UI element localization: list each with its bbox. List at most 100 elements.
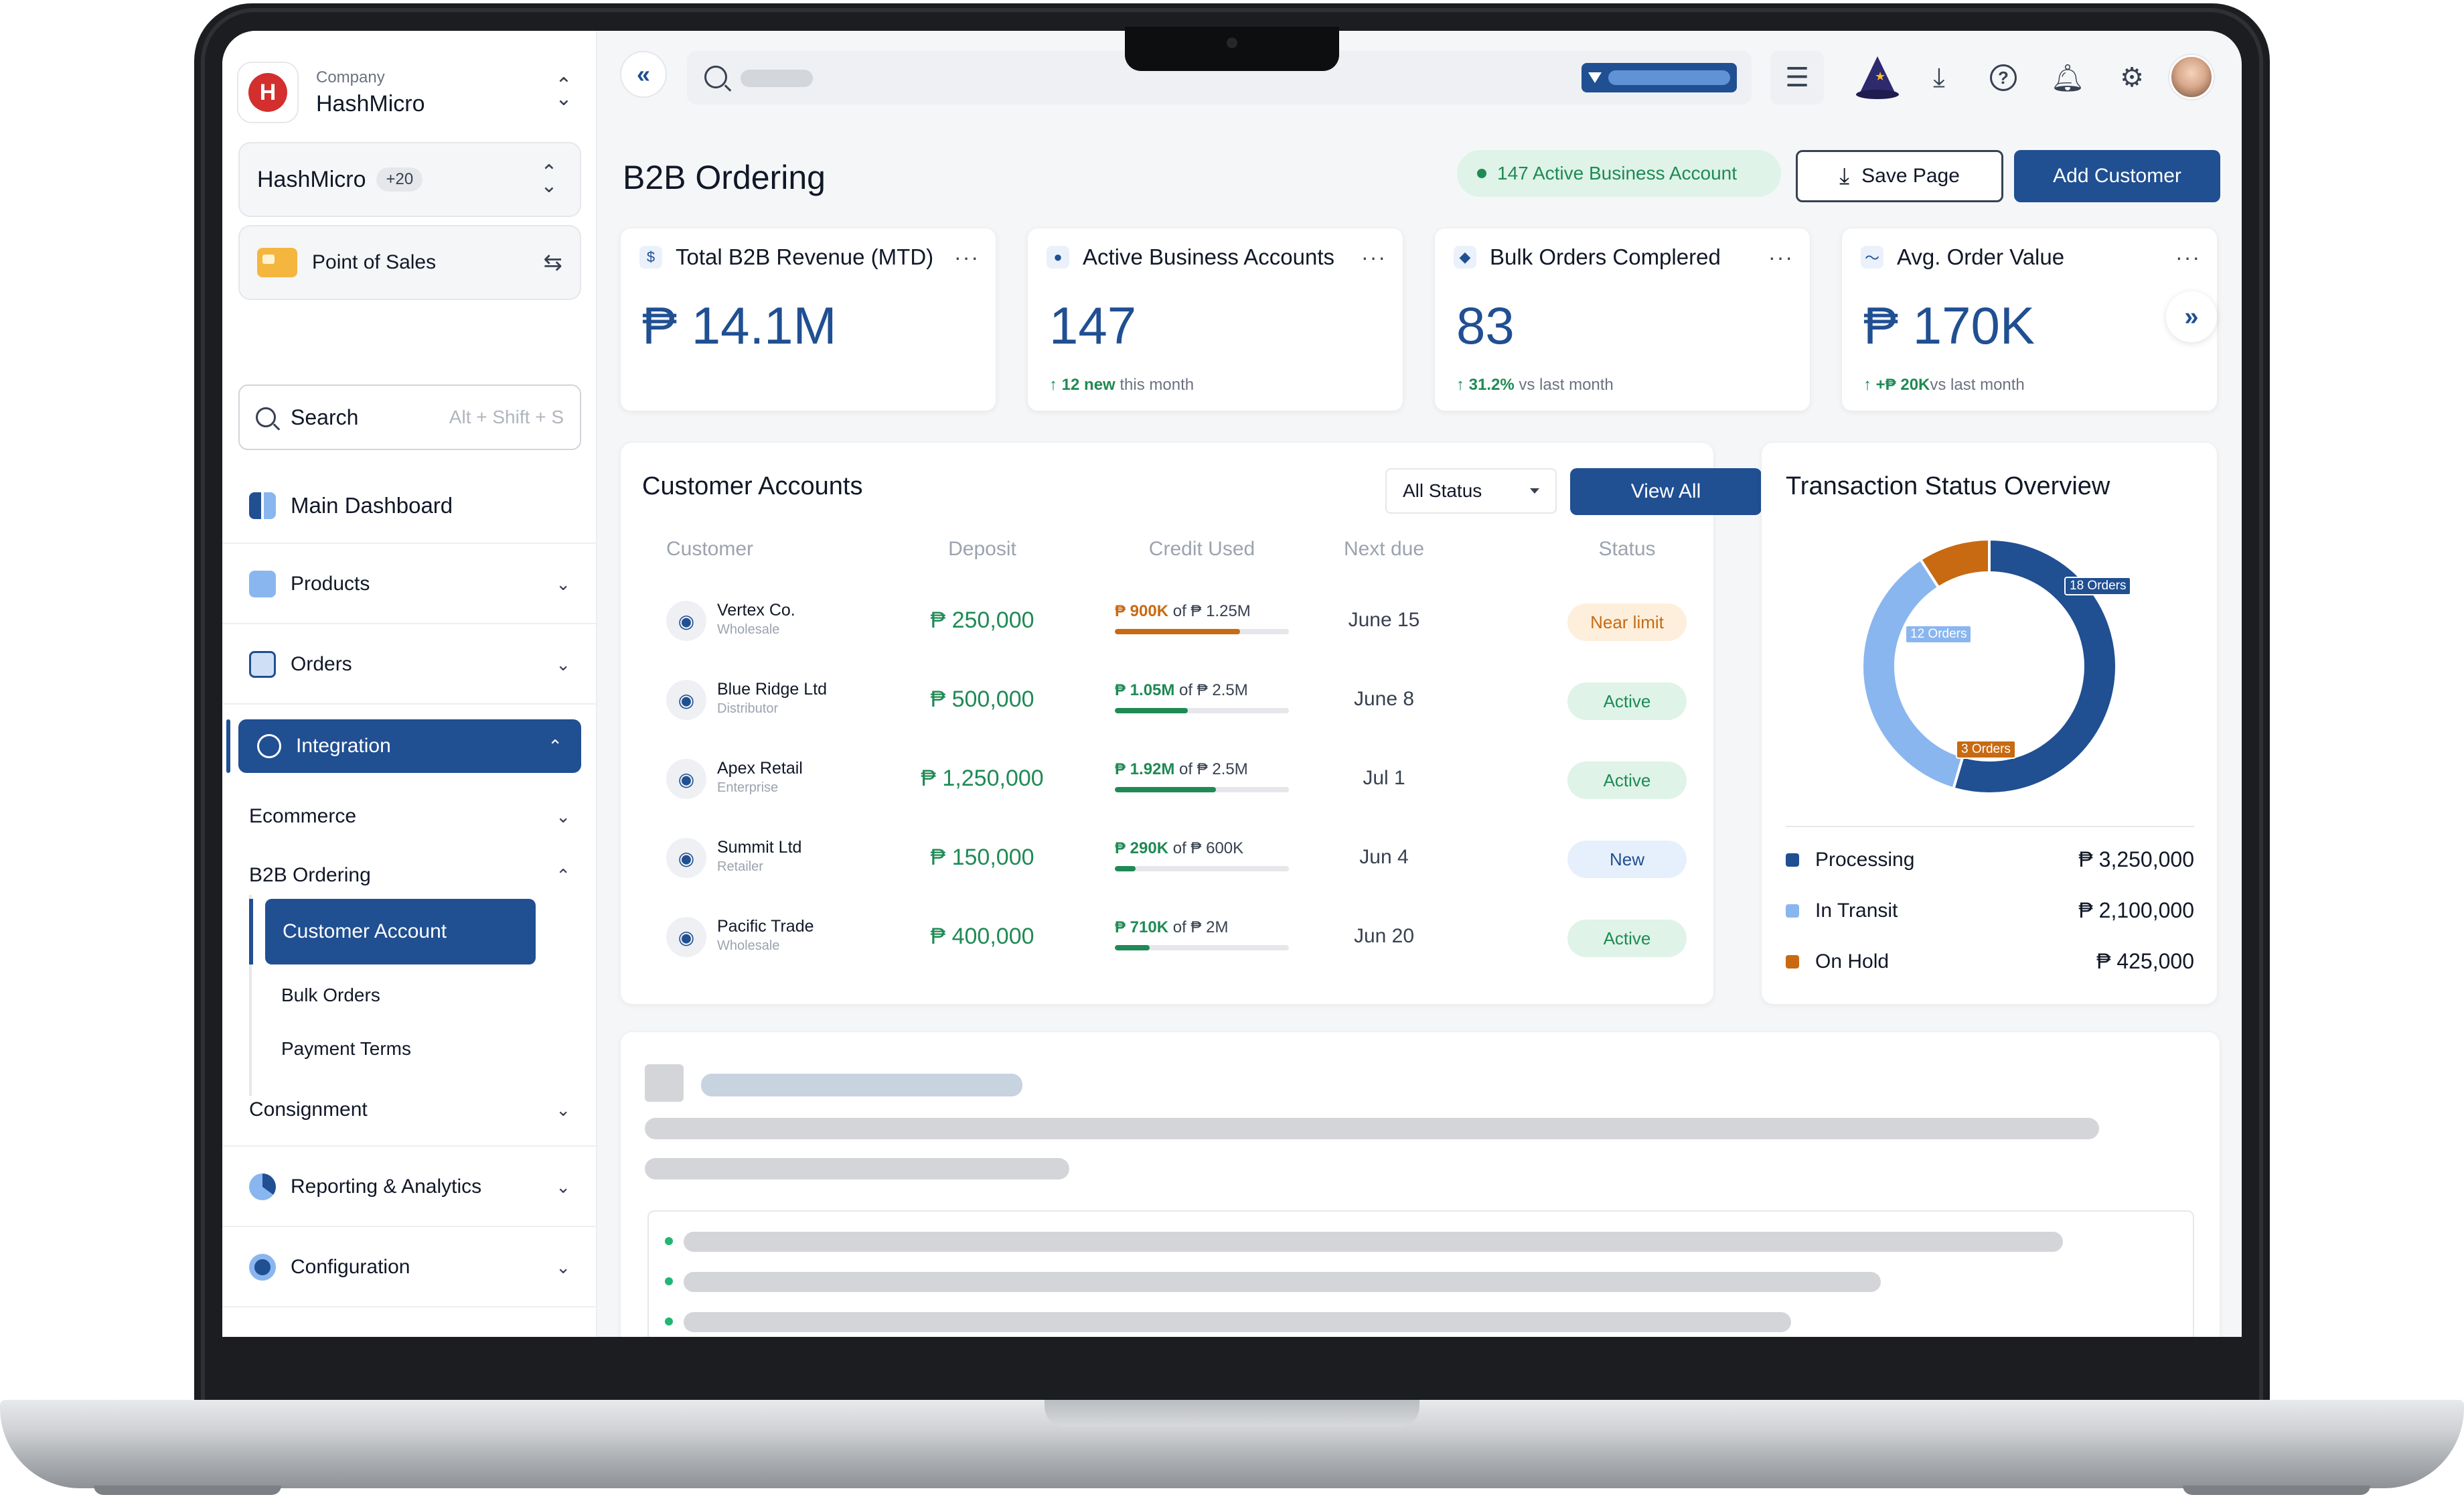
chevron-up-icon: ⌃ (548, 735, 562, 756)
gear-icon (249, 1254, 276, 1281)
point-of-sales-icon (257, 248, 297, 277)
notifications-button[interactable]: 🔔︎ (2041, 51, 2094, 104)
sidebar-item-integration[interactable]: Integration ⌃ (238, 719, 581, 773)
skeleton-line (684, 1272, 1881, 1292)
table-row[interactable]: ◉ Pacific Trade Wholesale ₱ 400,000 ₱ 710K o… (621, 900, 1715, 979)
filter-placeholder (1608, 70, 1730, 85)
add-customer-button[interactable]: Add Customer (2014, 150, 2220, 202)
skeleton-title (701, 1074, 1022, 1096)
app-screen: H Company HashMicro ⌃ ⌄ HashMicro +20 ⌃ ⌄ … (222, 31, 2242, 1337)
next-due-date: Jul 1 (1363, 767, 1405, 789)
status-filter-select[interactable]: All Status (1385, 468, 1557, 514)
legend-item: Processing ₱ 3,250,000 (1786, 847, 2194, 872)
sidebar-item-customer-account[interactable]: Customer Account (265, 899, 536, 964)
company-switcher[interactable]: H Company HashMicro ⌃ ⌄ (237, 52, 577, 133)
help-button[interactable]: ? (1977, 51, 2030, 104)
table-row[interactable]: ◉ Vertex Co. Wholesale ₱ 250,000 ₱ 900K of ₱… (621, 583, 1715, 662)
collapse-sidebar-button[interactable]: « (620, 51, 667, 98)
status-badge: Active (1567, 762, 1687, 799)
sidebar-item-label: Products (291, 573, 370, 595)
chevron-updown-icon[interactable]: ⌃ ⌄ (550, 76, 577, 109)
status-badge: Near limit (1567, 603, 1687, 641)
legend-swatch (1786, 853, 1799, 867)
sidebar-item-main-dashboard[interactable]: Main Dashboard (222, 481, 597, 530)
deposit-value: ₱ 250,000 (930, 607, 1034, 633)
sidebar-item-ecommerce[interactable]: Ecommerce ⌄ (249, 798, 570, 835)
bell-icon: 🔔︎ (2050, 63, 2085, 93)
brand-count-badge: +20 (376, 167, 423, 192)
column-header[interactable]: Next due (1317, 538, 1451, 561)
kpi-delta: ↑ +₱ 20Kvs last month (1863, 376, 2025, 394)
sidebar-item-reporting[interactable]: Reporting & Analytics ⌄ (222, 1163, 597, 1211)
transaction-status-panel: Transaction Status Overview 18 Orders 12 … (1761, 442, 2218, 1005)
customer-logo-icon: ◉ (666, 601, 706, 641)
donut-slice-in-transit[interactable] (1861, 557, 1965, 790)
more-icon[interactable]: ··· (2175, 245, 2201, 270)
sliders-button[interactable]: ☰ (1770, 51, 1824, 104)
column-header[interactable]: Status (1567, 538, 1687, 561)
sidebar-item-label: Main Dashboard (291, 493, 453, 518)
table-row[interactable]: ◉ Apex Retail Enterprise ₱ 1,250,000 ₱ 1.92M… (621, 741, 1715, 820)
sidebar-item-orders[interactable]: Orders ⌄ (222, 640, 597, 689)
legend-label: In Transit (1815, 899, 1898, 922)
brand-switcher[interactable]: HashMicro +20 ⌃ ⌄ (238, 142, 581, 217)
credit-progress-fill (1115, 945, 1150, 950)
more-icon[interactable]: ··· (1361, 245, 1387, 270)
customer-type: Wholesale (717, 622, 780, 637)
save-page-button[interactable]: ⤓ Save Page (1796, 150, 2003, 202)
sidebar-item-bulk-orders[interactable]: Bulk Orders (281, 985, 380, 1006)
divider (1786, 826, 2194, 827)
more-icon[interactable]: ··· (1768, 245, 1794, 270)
customer-logo-icon: ◉ (666, 759, 706, 799)
sidebar-item-label: Ecommerce (249, 805, 357, 827)
search-filter-button[interactable] (1582, 63, 1737, 92)
active-accounts-text: 147 Active Business Account (1497, 163, 1737, 184)
swap-icon[interactable]: ⇆ (544, 249, 563, 276)
kpi-card-revenue: $ Total B2B Revenue (MTD) ··· ₱ 14.1M (620, 228, 996, 411)
next-cards-button[interactable]: » (2166, 291, 2217, 342)
deposit-value: ₱ 500,000 (930, 687, 1034, 712)
active-accounts-pill: 147 Active Business Account (1457, 150, 1781, 197)
customer-accounts-panel: Customer Accounts All Status View All Cu… (620, 442, 1762, 1005)
page-title: B2B Ordering (623, 159, 826, 196)
kpi-title: Total B2B Revenue (MTD) (676, 244, 934, 269)
settings-button[interactable]: ⚙ (2105, 51, 2159, 104)
view-all-button[interactable]: View All (1570, 468, 1762, 515)
download-button[interactable]: ⤓ (1912, 51, 1966, 104)
sidebar-item-b2b-ordering[interactable]: B2B Ordering ⌃ (249, 857, 570, 893)
dashboard-icon (249, 492, 276, 519)
table-row[interactable]: ◉ Summit Ltd Retailer ₱ 150,000 ₱ 290K of ₱ … (621, 820, 1715, 900)
sidebar-item-payment-terms[interactable]: Payment Terms (281, 1038, 411, 1060)
help-icon: ? (1990, 64, 2017, 91)
next-due-date: Jun 4 (1359, 846, 1409, 868)
company-logo: H (237, 62, 299, 123)
customer-name: Vertex Co. (717, 601, 795, 620)
credit-progress-fill (1115, 787, 1216, 792)
sidebar-item-label: Orders (291, 653, 352, 675)
table-row[interactable]: ◉ Blue Ridge Ltd Distributor ₱ 500,000 ₱ 1.0… (621, 662, 1715, 741)
module-switcher[interactable]: Point of Sales ⇆ (238, 225, 581, 300)
column-header[interactable]: Credit Used (1115, 538, 1289, 561)
more-icon[interactable]: ··· (954, 245, 980, 270)
orders-icon (249, 651, 276, 678)
customer-name: Apex Retail (717, 759, 803, 778)
chevron-down-icon: ⌄ (556, 1176, 570, 1197)
download-icon: ⤓ (1933, 62, 1945, 92)
sidebar-item-configuration[interactable]: Configuration ⌄ (222, 1243, 597, 1291)
column-header[interactable]: Customer (666, 538, 753, 561)
panel-title: Transaction Status Overview (1786, 472, 2110, 500)
user-avatar[interactable] (2169, 55, 2214, 99)
search-placeholder (741, 70, 813, 87)
deposit-value: ₱ 150,000 (930, 845, 1034, 870)
wizard-assistant-button[interactable]: ★ (1851, 51, 1904, 104)
sidebar-item-consignment[interactable]: Consignment ⌄ (249, 1092, 570, 1128)
loading-skeleton-panel (620, 1031, 2220, 1337)
bullet-icon (665, 1237, 673, 1245)
kpi-card-active-accounts: ● Active Business Accounts ··· 147 ↑ 12 ne… (1027, 228, 1403, 411)
chevron-down-icon: ⌄ (556, 806, 570, 827)
legend-item: In Transit ₱ 2,100,000 (1786, 898, 2194, 923)
sidebar-search-input[interactable]: Search Alt + Shift + S (238, 384, 581, 450)
sidebar-item-products[interactable]: Products ⌄ (222, 560, 597, 608)
legend-amount: ₱ 425,000 (2096, 949, 2194, 973)
column-header[interactable]: Deposit (915, 538, 1049, 561)
